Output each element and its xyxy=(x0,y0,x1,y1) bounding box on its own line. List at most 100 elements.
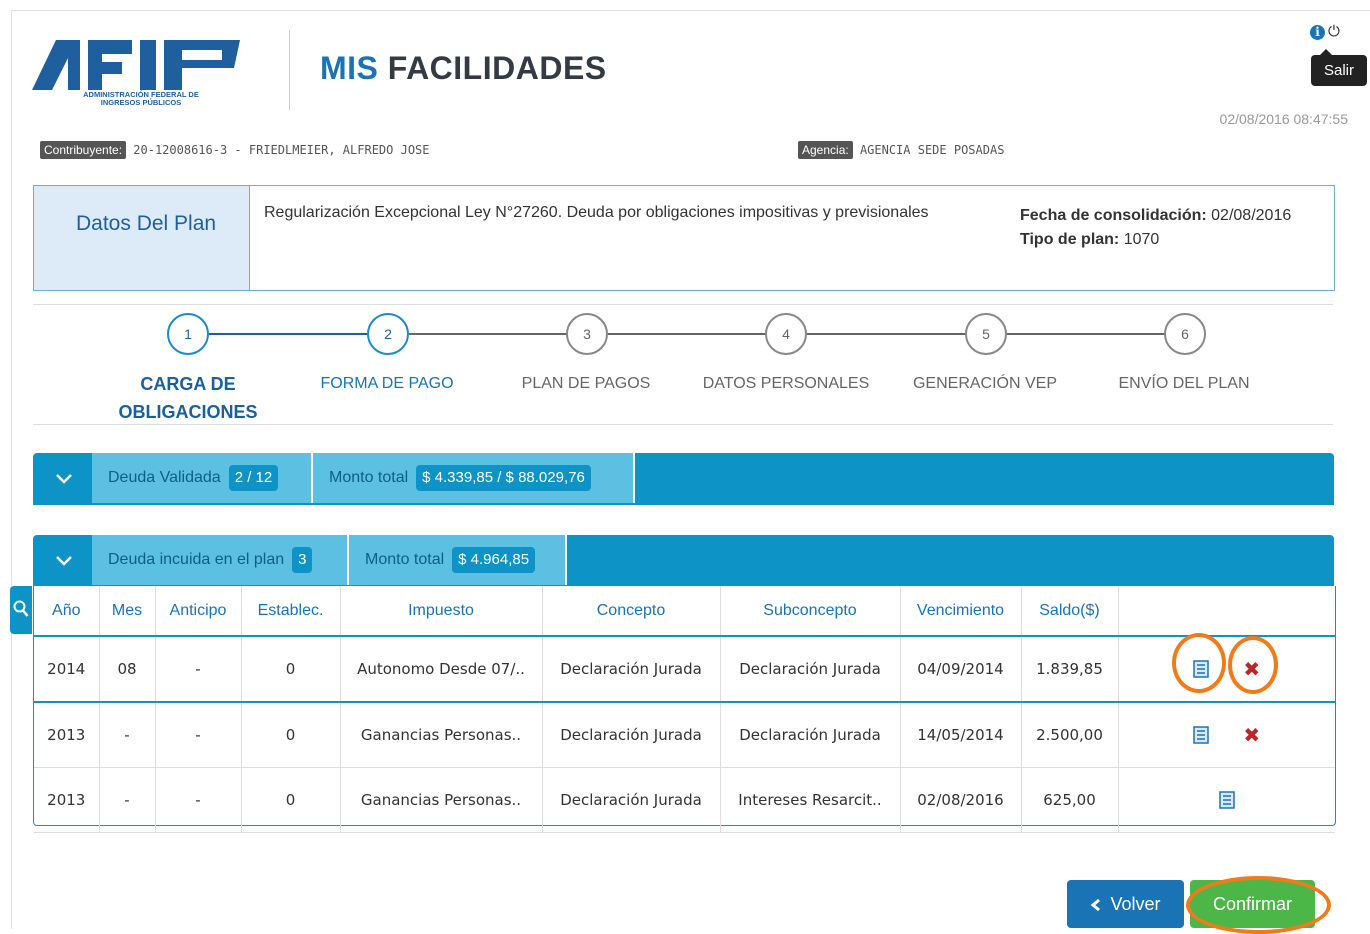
app-title-word-2: FACILIDADES xyxy=(387,50,607,86)
header-divider xyxy=(289,30,290,110)
step-2-circle[interactable]: 2 xyxy=(367,313,409,355)
table-cell: - xyxy=(155,767,242,833)
detail-icon[interactable] xyxy=(1219,791,1235,809)
table-row[interactable]: 2013 - - 0 Ganancias Personas.. Declarac… xyxy=(34,702,1335,768)
step-connector xyxy=(409,333,569,335)
plan-description: Regularización Excepcional Ley N°27260. … xyxy=(264,204,929,221)
agencia-info: Agencia: AGENCIA SEDE POSADAS xyxy=(798,141,1004,159)
table-cell: 2.500,00 xyxy=(1021,702,1119,768)
col-header[interactable]: Impuesto xyxy=(340,586,543,637)
row-actions: ✖ xyxy=(1118,702,1335,768)
table-cell: Declaración Jurada xyxy=(542,636,721,703)
plan-heading-panel: Datos Del Plan xyxy=(34,186,250,290)
table-cell: - xyxy=(99,767,156,833)
table-cell: - xyxy=(155,702,242,768)
fecha-label: Fecha de consolidación: xyxy=(1020,207,1207,224)
validated-count-badge: 2 / 12 xyxy=(228,464,279,491)
table-cell: Autonomo Desde 07/.. xyxy=(340,636,543,703)
col-header[interactable]: Subconcepto xyxy=(720,586,901,637)
validated-total: Monto total $ 4.339,85 / $ 88.029,76 xyxy=(313,453,635,503)
agencia-tag: Agencia: xyxy=(798,141,853,159)
table-cell: 08 xyxy=(99,636,156,703)
plan-meta: Fecha de consolidación: 02/08/2016 Tipo … xyxy=(1020,204,1291,252)
col-header[interactable]: Anticipo xyxy=(155,586,242,637)
plan-details-box: Datos Del Plan Regularización Excepciona… xyxy=(33,185,1335,291)
highlight-ring xyxy=(1172,633,1226,693)
highlight-ring xyxy=(1228,636,1278,694)
table-cell: - xyxy=(99,702,156,768)
step-4-label[interactable]: DATOS PERSONALES xyxy=(696,370,876,398)
step-6-circle[interactable]: 6 xyxy=(1164,313,1206,355)
table-row[interactable]: 2014 08 - 0 Autonomo Desde 07/.. Declara… xyxy=(34,636,1335,703)
table-cell: - xyxy=(155,636,242,703)
table-cell: 1.839,85 xyxy=(1021,636,1119,703)
datetime: 02/08/2016 08:47:55 xyxy=(1219,111,1348,127)
row-actions xyxy=(1118,767,1335,833)
fecha-value: 02/08/2016 xyxy=(1211,207,1292,224)
logo-subtitle: ADMINISTRACIÓN FEDERAL DE INGRESOS PÚBLI… xyxy=(83,90,199,107)
col-header[interactable]: Mes xyxy=(99,586,156,637)
table-cell: 2013 xyxy=(34,767,100,833)
highlight-ring xyxy=(1186,876,1331,934)
tipo-value: 1070 xyxy=(1123,231,1160,248)
step-5-label[interactable]: GENERACIÓN VEP xyxy=(895,370,1075,398)
step-4-circle[interactable]: 4 xyxy=(765,313,807,355)
search-icon[interactable] xyxy=(10,586,32,634)
step-1-circle[interactable]: 1 xyxy=(167,313,209,355)
included-count-badge: 3 xyxy=(292,546,313,573)
debt-table: Año Mes Anticipo Establec. Impuesto Conc… xyxy=(33,586,1336,833)
table-cell: 14/05/2014 xyxy=(900,702,1022,768)
chevron-down-icon[interactable] xyxy=(53,467,75,489)
top-icons: i ⏻ xyxy=(1310,23,1340,41)
step-connector xyxy=(608,333,768,335)
validated-debt-label: Deuda Validada 2 / 12 xyxy=(92,453,313,503)
included-label: Deuda incuida en el plan xyxy=(108,551,285,568)
delete-icon[interactable]: ✖ xyxy=(1243,723,1260,747)
table-row[interactable]: 2013 - - 0 Ganancias Personas.. Declarac… xyxy=(34,767,1335,833)
table-cell: 2014 xyxy=(34,636,100,703)
col-header[interactable]: Vencimiento xyxy=(900,586,1022,637)
step-5-circle[interactable]: 5 xyxy=(965,313,1007,355)
table-cell: Declaración Jurada xyxy=(720,636,901,703)
table-cell: Intereses Resarcit.. xyxy=(720,767,901,833)
included-debt-label: Deuda incuida en el plan 3 xyxy=(92,535,349,585)
step-1-label[interactable]: CARGA DE OBLIGACIONES xyxy=(98,370,278,426)
detail-icon[interactable] xyxy=(1193,726,1210,744)
separator xyxy=(33,424,1333,425)
power-icon[interactable]: ⏻ xyxy=(1328,23,1340,40)
contribuyente-tag: Contribuyente: xyxy=(40,141,127,159)
table-cell: 0 xyxy=(241,702,341,768)
table-cell: Declaración Jurada xyxy=(542,767,721,833)
step-6-label[interactable]: ENVÍO DEL PLAN xyxy=(1094,370,1274,398)
step-3-label[interactable]: PLAN DE PAGOS xyxy=(496,370,676,398)
validated-total-label: Monto total xyxy=(329,469,409,486)
included-debt-bar[interactable]: Deuda incuida en el plan 3 Monto total $ 4… xyxy=(33,535,1334,587)
col-header[interactable]: Año xyxy=(34,586,100,637)
agencia-value: AGENCIA SEDE POSADAS xyxy=(859,143,1005,157)
included-total-badge: $ 4.964,85 xyxy=(452,546,536,573)
col-header[interactable]: Establec. xyxy=(241,586,341,637)
table-cell: Ganancias Personas.. xyxy=(340,767,543,833)
validated-total-badge: $ 4.339,85 / $ 88.029,76 xyxy=(416,464,591,491)
step-2-label[interactable]: FORMA DE PAGO xyxy=(297,370,477,398)
validated-debt-bar[interactable]: Deuda Validada 2 / 12 Monto total $ 4.339,… xyxy=(33,453,1334,505)
info-icon[interactable]: i xyxy=(1310,25,1325,40)
validated-label: Deuda Validada xyxy=(108,469,221,486)
chevron-down-icon[interactable] xyxy=(53,549,75,571)
col-header[interactable]: Saldo($) xyxy=(1021,586,1119,637)
logout-tooltip: Salir xyxy=(1311,49,1367,86)
back-button[interactable]: Volver xyxy=(1067,880,1184,928)
table-cell: Declaración Jurada xyxy=(720,702,901,768)
step-connector xyxy=(807,333,967,335)
table-header-row: Año Mes Anticipo Establec. Impuesto Conc… xyxy=(34,586,1335,637)
table-cell: 04/09/2014 xyxy=(900,636,1022,703)
separator xyxy=(33,304,1333,305)
step-3-circle[interactable]: 3 xyxy=(566,313,608,355)
table-cell: 0 xyxy=(241,636,341,703)
col-header[interactable]: Concepto xyxy=(542,586,721,637)
col-header-actions xyxy=(1118,586,1335,637)
tipo-label: Tipo de plan: xyxy=(1020,231,1120,248)
plan-heading: Datos Del Plan xyxy=(76,212,217,235)
table-cell: 0 xyxy=(241,767,341,833)
included-total: Monto total $ 4.964,85 xyxy=(349,535,567,585)
